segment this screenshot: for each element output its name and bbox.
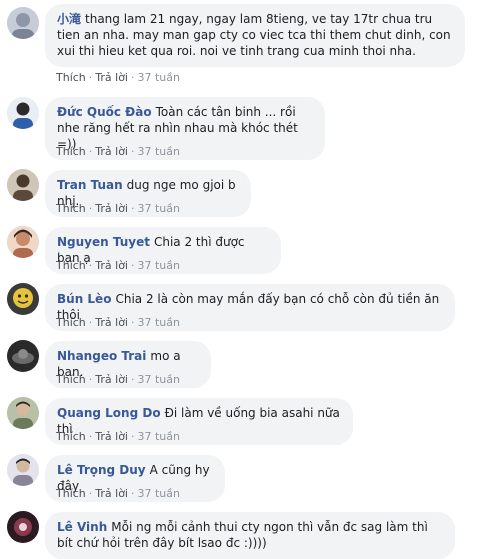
comment-author[interactable]: Nguyen Tuyet — [57, 235, 150, 249]
comment-author[interactable]: Lê Vinh — [57, 520, 107, 534]
comment-time[interactable]: 37 tuần — [138, 487, 181, 500]
comment-actions: Thích · Trả lời · 37 tuần — [56, 316, 180, 330]
comment-actions: Thích · Trả lời · 37 tuần — [56, 430, 180, 444]
user-photo-icon — [7, 397, 39, 429]
like-link[interactable]: Thích — [56, 373, 86, 386]
reply-link[interactable]: Trả lời — [95, 202, 128, 215]
comment-time[interactable]: 37 tuần — [138, 373, 181, 386]
comment-actions: Thích · Trả lời · 37 tuần — [56, 487, 180, 501]
comment-text: Mỗi ng mỗi cảnh thui cty ngon thì vẫn đc… — [57, 520, 428, 550]
comment-bubble: 小滝 thang lam 21 ngay, ngay lam 8tieng, ve… — [45, 4, 465, 67]
comment-bubble: Lê Vinh Mỗi ng mỗi cảnh thui cty ngon thì… — [45, 512, 455, 559]
user-photo-icon — [7, 226, 39, 258]
reply-link[interactable]: Trả lời — [95, 259, 128, 272]
user-photo-icon — [7, 97, 39, 129]
comment-time[interactable]: 37 tuần — [138, 202, 181, 215]
avatar[interactable] — [7, 454, 39, 486]
separator-dot: · — [131, 487, 135, 500]
separator-dot: · — [131, 316, 135, 329]
avatar[interactable] — [7, 397, 39, 429]
separator-dot: · — [131, 430, 135, 443]
user-photo-icon — [7, 169, 39, 201]
separator-dot: · — [88, 145, 93, 158]
avatar[interactable] — [7, 169, 39, 201]
avatar[interactable] — [7, 511, 39, 543]
avatar[interactable] — [7, 283, 39, 315]
comment-text: thang lam 21 ngay, ngay lam 8tieng, ve t… — [57, 12, 451, 58]
separator-dot: · — [88, 202, 93, 215]
avatar[interactable] — [7, 97, 39, 129]
like-link[interactable]: Thích — [56, 430, 86, 443]
separator-dot: · — [88, 373, 93, 386]
comment-actions: Thích · Trả lời · 37 tuần — [56, 259, 180, 273]
separator-dot: · — [88, 71, 93, 84]
reply-link[interactable]: Trả lời — [95, 316, 128, 329]
reply-link[interactable]: Trả lời — [95, 430, 128, 443]
avatar[interactable] — [7, 7, 39, 39]
comment-author[interactable]: Tran Tuan — [57, 178, 123, 192]
comment-actions: Thích · Trả lời · 37 tuần — [56, 145, 180, 159]
user-photo-icon — [7, 511, 39, 543]
separator-dot: · — [88, 487, 93, 500]
separator-dot: · — [131, 145, 135, 158]
user-photo-icon — [7, 454, 39, 486]
like-link[interactable]: Thích — [56, 259, 86, 272]
reply-link[interactable]: Trả lời — [95, 373, 128, 386]
reply-link[interactable]: Trả lời — [95, 145, 128, 158]
comment-author[interactable]: Quang Long Do — [57, 406, 161, 420]
user-photo-icon — [7, 7, 39, 39]
like-link[interactable]: Thích — [56, 316, 86, 329]
separator-dot: · — [131, 71, 135, 84]
comment-author[interactable]: Nhangeo Trai — [57, 349, 146, 363]
like-link[interactable]: Thích — [56, 71, 86, 84]
reply-link[interactable]: Trả lời — [95, 71, 128, 84]
comment-list: 小滝 thang lam 21 ngay, ngay lam 8tieng, ve… — [0, 0, 483, 559]
like-link[interactable]: Thích — [56, 487, 86, 500]
user-photo-icon — [7, 283, 39, 315]
comment-actions: Thích · Trả lời · 37 tuần — [56, 71, 180, 85]
comment-author[interactable]: 小滝 — [57, 12, 81, 26]
comment-time[interactable]: 37 tuần — [138, 259, 181, 272]
like-link[interactable]: Thích — [56, 145, 86, 158]
separator-dot: · — [131, 259, 135, 272]
like-link[interactable]: Thích — [56, 202, 86, 215]
comment-time[interactable]: 37 tuần — [138, 145, 181, 158]
separator-dot: · — [88, 430, 93, 443]
comment-time[interactable]: 37 tuần — [138, 71, 181, 84]
comment-author[interactable]: Đức Quốc Đào — [57, 105, 152, 119]
user-photo-icon — [7, 340, 39, 372]
comment-author[interactable]: Bún Lèo — [57, 292, 111, 306]
comment-actions: Thích · Trả lời · 37 tuần — [56, 202, 180, 216]
comment-actions: Thích · Trả lời · 37 tuần — [56, 373, 180, 387]
avatar[interactable] — [7, 226, 39, 258]
reply-link[interactable]: Trả lời — [95, 487, 128, 500]
comment-time[interactable]: 37 tuần — [138, 430, 181, 443]
comment-time[interactable]: 37 tuần — [138, 316, 181, 329]
separator-dot: · — [88, 316, 93, 329]
separator-dot: · — [88, 259, 93, 272]
avatar[interactable] — [7, 340, 39, 372]
separator-dot: · — [131, 202, 135, 215]
comment-author[interactable]: Lê Trọng Duy — [57, 463, 146, 477]
separator-dot: · — [131, 373, 135, 386]
